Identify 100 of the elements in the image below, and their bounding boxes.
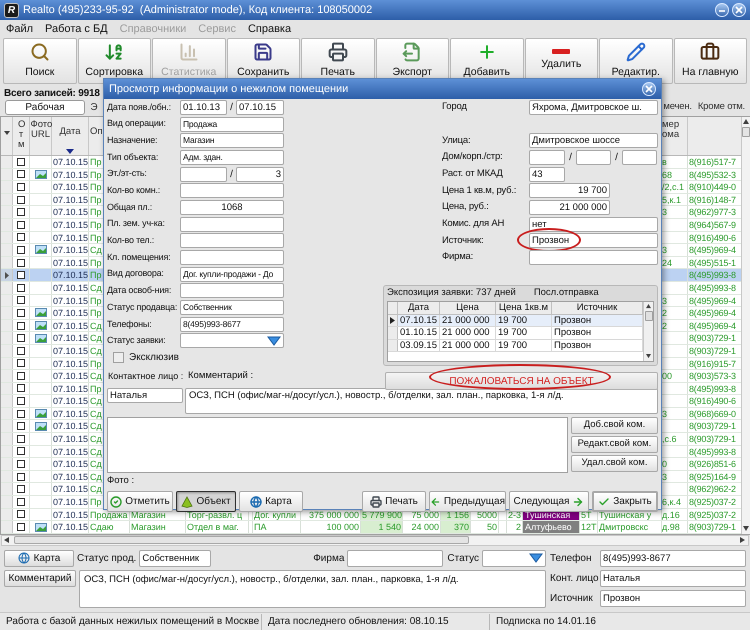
checkbox[interactable] — [17, 220, 25, 229]
checkbox[interactable] — [113, 352, 124, 364]
image-icon[interactable] — [34, 245, 46, 254]
tab[interactable]: Э — [88, 100, 100, 115]
menu-item[interactable]: Файл — [6, 20, 34, 38]
checkbox[interactable] — [17, 372, 25, 380]
text-field[interactable] — [180, 250, 284, 266]
checkbox[interactable] — [17, 258, 25, 267]
image-icon[interactable] — [34, 170, 46, 179]
text-field[interactable] — [180, 283, 284, 298]
text-field[interactable] — [529, 250, 658, 266]
image-icon[interactable] — [34, 321, 46, 330]
text-field[interactable]: Собственник — [139, 550, 212, 567]
text-field[interactable]: 21 000 000 — [529, 200, 610, 215]
text-field[interactable]: Наталья — [600, 570, 746, 587]
checkbox[interactable] — [17, 346, 25, 355]
checkbox[interactable] — [17, 308, 25, 317]
tab[interactable]: Рабочая — [5, 100, 85, 115]
scroll-arrow-icon[interactable] — [646, 354, 651, 359]
vertical-scrollbar[interactable] — [643, 302, 653, 361]
checkbox[interactable] — [17, 296, 25, 304]
close-button[interactable] — [732, 3, 746, 17]
menu-item[interactable]: Справка — [248, 20, 292, 38]
history-row[interactable]: 01.10.15 21 000 000 19 700 Прозвон — [388, 327, 643, 340]
checkbox[interactable] — [17, 498, 25, 506]
table-row[interactable]: 07.10.15 Сдаю Магазин Отдел в маг. ПА 100 000 1 540 24 000 370 50 2 Алтуфьево 12Т Дмитровскс д.98 8(903)729-1 — [1, 521, 741, 534]
dialog-button[interactable]: Карта — [239, 491, 303, 512]
vertical-scrollbar[interactable] — [741, 117, 750, 534]
column-header[interactable]: Фото URL — [30, 120, 50, 140]
checkbox[interactable] — [17, 460, 25, 468]
text-field[interactable]: 19 700 — [529, 183, 610, 198]
tab[interactable]: Кроме отм. — [698, 100, 745, 115]
dialog-button[interactable]: Печать — [362, 491, 426, 512]
comment-field[interactable]: ОСЗ, ПСН (офис/маг-н/досуг/усл.), новостр., б/отделки, зал. план., парковка, 1-я л/д. — [79, 570, 546, 608]
checkbox[interactable] — [17, 170, 25, 178]
image-icon[interactable] — [34, 308, 46, 318]
comment-button[interactable]: Комментарий — [4, 570, 76, 587]
toolbar-button[interactable]: На главную — [674, 38, 747, 84]
text-field[interactable]: нет — [529, 216, 658, 232]
scroll-arrow-icon[interactable] — [4, 537, 10, 544]
text-field[interactable]: Прозвон — [600, 590, 746, 607]
scrollbar-thumb[interactable] — [14, 536, 469, 544]
scroll-arrow-icon[interactable] — [743, 119, 749, 125]
text-field[interactable]: Адм. здан. — [180, 150, 284, 165]
text-field[interactable]: 1068 — [180, 200, 284, 215]
dialog-button[interactable]: Следующая — [509, 491, 589, 512]
checkbox[interactable] — [17, 472, 25, 481]
text-field[interactable] — [180, 233, 284, 248]
horizontal-scrollbar[interactable] — [1, 534, 749, 546]
text-field[interactable] — [180, 183, 284, 198]
minimize-button[interactable] — [715, 3, 729, 17]
dropdown[interactable] — [180, 333, 284, 348]
text-field[interactable]: 8(495)993-8677 — [180, 316, 284, 332]
text-field[interactable]: 8(495)993-8677 — [600, 550, 746, 567]
history-row[interactable]: 03.09.15 21 000 000 19 700 Прозвон — [388, 340, 643, 352]
row-header[interactable] — [388, 314, 398, 326]
column-header[interactable]: Отм — [18, 120, 24, 150]
text-field[interactable]: 07.10.15 — [236, 100, 284, 115]
scroll-arrow-icon[interactable] — [646, 304, 651, 309]
scrollbar-thumb[interactable] — [742, 127, 750, 137]
map-button[interactable]: Карта — [4, 550, 74, 567]
checkbox[interactable] — [17, 523, 25, 532]
own-comments-list[interactable] — [107, 417, 568, 473]
tab[interactable]: мечен. — [663, 100, 692, 115]
text-field[interactable]: Прозвон — [529, 233, 658, 248]
text-field[interactable]: Собственник — [180, 300, 284, 316]
checkbox[interactable] — [17, 208, 25, 216]
history-row[interactable]: 07.10.15 21 000 000 19 700 Прозвон — [388, 314, 643, 328]
text-field[interactable]: Наталья — [107, 388, 183, 403]
checkbox[interactable] — [17, 233, 25, 242]
toolbar-button[interactable]: Поиск — [3, 38, 76, 84]
checkbox[interactable] — [17, 447, 25, 456]
toolbar-button[interactable]: Сортировка — [78, 38, 151, 84]
text-field[interactable]: 01.10.13 — [180, 100, 227, 115]
dialog-button[interactable]: Отметить — [107, 491, 173, 512]
checkbox[interactable] — [17, 284, 25, 292]
comment-field[interactable]: ОСЗ, ПСН (офис/маг-н/досуг/усл.), новостр., б/отделки, зал. план., парковка, 1-я л/д. — [185, 388, 658, 414]
checkbox[interactable] — [17, 422, 25, 430]
text-field[interactable] — [180, 216, 284, 232]
checkbox[interactable] — [17, 196, 25, 204]
checkbox[interactable] — [17, 359, 25, 368]
text-field[interactable] — [347, 550, 444, 567]
scrollbar-thumb[interactable] — [644, 310, 652, 321]
text-field[interactable]: Дог. купли-продажи - До — [180, 266, 284, 282]
image-icon[interactable] — [34, 522, 46, 532]
comment-action-button[interactable]: Доб.свой ком. — [571, 417, 658, 434]
checkbox[interactable] — [17, 246, 25, 254]
column-header[interactable]: Оп — [90, 127, 103, 137]
menu-item[interactable]: Работа с БД — [45, 20, 108, 38]
checkbox[interactable] — [17, 410, 25, 418]
column-header[interactable]: Дата — [59, 127, 81, 137]
dropdown[interactable] — [482, 550, 546, 567]
checkbox[interactable] — [17, 322, 25, 330]
close-button[interactable] — [642, 82, 656, 96]
text-field[interactable] — [576, 150, 611, 165]
image-icon[interactable] — [34, 334, 46, 343]
comment-action-button[interactable]: Редакт.свой ком. — [571, 436, 658, 453]
text-field[interactable] — [622, 150, 657, 165]
checkbox[interactable] — [17, 158, 25, 166]
checkbox[interactable] — [17, 384, 25, 392]
